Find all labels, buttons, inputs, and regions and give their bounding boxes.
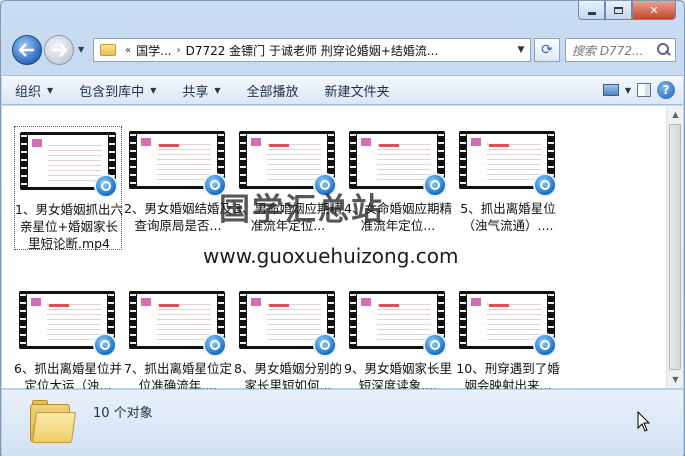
media-player-icon — [533, 333, 557, 357]
minimize-icon — [587, 11, 596, 15]
video-thumbnail — [129, 291, 227, 357]
refresh-button[interactable]: ⟳ — [534, 38, 560, 62]
arrow-right-icon — [52, 43, 67, 57]
folder-large-icon — [30, 400, 80, 444]
search-input[interactable]: 搜索 D772... — [572, 42, 655, 59]
search-box[interactable]: 搜索 D772... — [565, 38, 676, 62]
file-item[interactable]: 3、男命婚姻应期精准流年定位... — [234, 126, 342, 250]
file-item[interactable]: 2、男女婚姻结婚及查询原局是否... — [124, 126, 232, 250]
close-button[interactable]: ✕ — [632, 1, 676, 20]
media-player-icon — [313, 173, 337, 197]
preview-pane-icon[interactable] — [637, 83, 651, 97]
scroll-thumb[interactable] — [669, 124, 681, 370]
file-name-label: 1、男女婚姻抓出六亲星位+婚姻家长里短论断.mp4 — [15, 202, 123, 251]
media-player-icon — [93, 333, 117, 357]
file-name-label: 5、抓出离婚星位（浊气流通）.... — [460, 201, 556, 233]
maximize-button[interactable] — [605, 1, 632, 20]
new-folder-label: 新建文件夹 — [324, 84, 390, 100]
breadcrumb-item-current[interactable]: D7722 金镖门 于诚老师 刑穿论婚姻+结婚流... — [186, 42, 439, 59]
mouse-cursor-icon — [637, 411, 651, 432]
breadcrumb-overflow[interactable]: « — [125, 45, 131, 56]
explorer-window: ✕ ▼ « 国学... › D7722 金镖门 于诚老师 刑穿论婚姻+结婚流..… — [0, 0, 685, 456]
help-icon[interactable]: ? — [657, 81, 675, 99]
media-player-icon — [313, 333, 337, 357]
video-thumbnail — [349, 131, 447, 197]
view-controls: ▼ ? — [602, 81, 683, 99]
file-list-pane: 1、男女婚姻抓出六亲星位+婚姻家长里短论断.mp4 2、男女婚姻结婚及查询原局是否… — [2, 106, 683, 393]
scroll-up-button[interactable]: ▲ — [667, 106, 684, 123]
file-name-label: 3、男命婚姻应期精准流年定位... — [234, 201, 342, 233]
video-thumbnail — [129, 131, 227, 197]
media-player-icon — [203, 333, 227, 357]
new-folder-button[interactable]: 新建文件夹 — [312, 76, 403, 104]
chevron-down-icon: ▼ — [47, 85, 54, 95]
details-pane: 10 个对象 — [2, 389, 683, 456]
caption-buttons: ✕ — [578, 1, 676, 21]
video-thumbnail — [239, 291, 337, 357]
include-library-label: 包含到库中 — [79, 84, 145, 100]
file-name-label: 4、女命婚姻应期精准流年定位... — [344, 201, 452, 233]
video-thumbnail — [459, 291, 557, 357]
breadcrumb-item-parent[interactable]: 国学... — [136, 42, 171, 59]
video-thumbnail — [349, 291, 447, 357]
chevron-down-icon: ▼ — [214, 85, 221, 95]
organize-label: 组织 — [15, 84, 42, 100]
media-player-icon — [203, 173, 227, 197]
video-thumbnail — [239, 131, 337, 197]
play-all-label: 全部播放 — [246, 84, 299, 100]
file-item[interactable]: 4、女命婚姻应期精准流年定位... — [344, 126, 452, 250]
view-options-dropdown[interactable]: ▼ — [625, 86, 631, 95]
video-thumbnail — [19, 291, 117, 357]
media-player-icon — [533, 173, 557, 197]
chevron-down-icon: ▼ — [150, 85, 157, 95]
organize-menu[interactable]: 组织 ▼ — [2, 76, 66, 104]
breadcrumb-separator[interactable]: › — [177, 45, 181, 56]
media-player-icon — [423, 173, 447, 197]
include-library-menu[interactable]: 包含到库中 ▼ — [66, 76, 169, 104]
share-menu[interactable]: 共享 ▼ — [169, 76, 233, 104]
play-all-button[interactable]: 全部播放 — [234, 76, 312, 104]
video-thumbnail — [459, 131, 557, 197]
change-view-icon[interactable] — [602, 84, 619, 96]
share-label: 共享 — [182, 84, 209, 100]
search-icon[interactable] — [655, 42, 671, 58]
minimize-button[interactable] — [578, 1, 605, 20]
maximize-icon — [614, 6, 623, 14]
media-player-icon — [423, 333, 447, 357]
command-bar: 组织 ▼ 包含到库中 ▼ 共享 ▼ 全部播放 新建文件夹 ▼ ? — [2, 75, 683, 105]
file-item[interactable]: 5、抓出离婚星位（浊气流通）.... — [454, 126, 562, 250]
forward-button[interactable] — [44, 35, 74, 65]
recent-pages-dropdown[interactable]: ▼ — [78, 45, 84, 54]
close-icon: ✕ — [649, 3, 659, 17]
address-bar[interactable]: « 国学... › D7722 金镖门 于诚老师 刑穿论婚姻+结婚流... ▼ — [93, 38, 531, 62]
navigation-bar: ▼ « 国学... › D7722 金镖门 于诚老师 刑穿论婚姻+结婚流... … — [9, 31, 676, 67]
scroll-down-button[interactable]: ▼ — [667, 371, 684, 388]
back-button[interactable] — [12, 35, 42, 65]
item-count: 10 个对象 — [93, 406, 153, 421]
folder-icon — [100, 44, 116, 56]
arrow-left-icon — [19, 43, 34, 57]
video-thumbnail — [20, 132, 118, 198]
vertical-scrollbar[interactable]: ▲ ▼ — [666, 106, 683, 388]
media-player-icon — [94, 174, 118, 198]
file-name-label: 2、男女婚姻结婚及查询原局是否... — [124, 201, 232, 233]
file-item[interactable]: 1、男女婚姻抓出六亲星位+婚姻家长里短论断.mp4 — [14, 126, 123, 251]
address-dropdown-button[interactable]: ▼ — [512, 45, 530, 55]
refresh-icon: ⟳ — [541, 42, 553, 58]
